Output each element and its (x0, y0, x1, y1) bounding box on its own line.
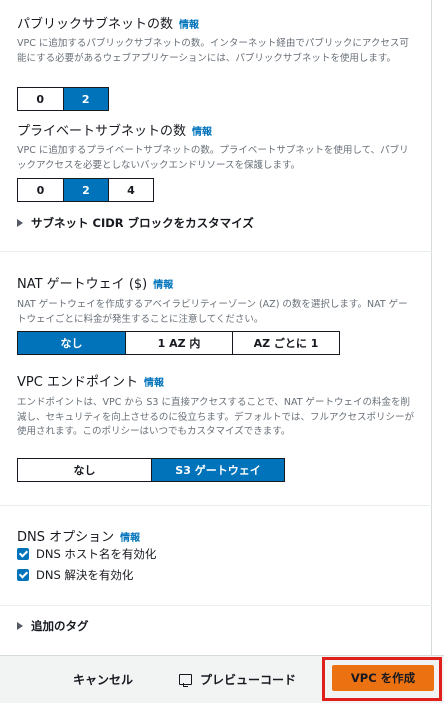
nat-gateway-heading: NAT ゲートウェイ ($) 情報 (17, 273, 415, 292)
caret-right-icon (17, 219, 23, 227)
vpc-endpoints-title: VPC エンドポイント (17, 375, 138, 390)
private-subnets-option-2[interactable]: 2 (64, 179, 109, 201)
public-subnets-info-link[interactable]: 情報 (179, 20, 199, 31)
vpc-endpoints-info-link[interactable]: 情報 (144, 378, 164, 389)
private-subnets-title: プライベートサブネットの数 (17, 124, 187, 139)
section-divider (0, 605, 432, 606)
preview-code-icon (179, 674, 192, 687)
private-subnets-section: プライベートサブネットの数 情報 VPC に追加するプライベートサブネットの数。プ… (17, 120, 415, 173)
private-subnets-option-4[interactable]: 4 (109, 179, 153, 201)
section-divider (0, 505, 432, 506)
vpc-settings-page: パブリックサブネットの数 情報 VPC に追加するパブリックサブネットの数。インタ… (0, 0, 444, 703)
vpc-endpoints-option-s3-gateway[interactable]: S3 ゲートウェイ (152, 459, 284, 481)
public-subnets-heading: パブリックサブネットの数 情報 (17, 13, 415, 32)
nat-gateway-option-none[interactable]: なし (18, 332, 126, 354)
dns-options-section: DNS オプション 情報 (17, 526, 140, 545)
dns-resolution-option[interactable]: DNS 解決を有効化 (17, 567, 133, 583)
public-subnets-option-2[interactable]: 2 (63, 88, 108, 110)
section-divider (0, 251, 432, 252)
nat-gateway-section: NAT ゲートウェイ ($) 情報 NAT ゲートウェイを作成するアベイラビリティ… (17, 273, 415, 327)
dns-hostnames-option[interactable]: DNS ホスト名を有効化 (17, 546, 156, 562)
vpc-endpoints-selector: なし S3 ゲートウェイ (17, 458, 285, 482)
additional-tags-label: 追加のタグ (31, 619, 89, 633)
nat-gateway-option-one-az[interactable]: 1 AZ 内 (126, 332, 233, 354)
additional-tags-expander[interactable]: 追加のタグ (17, 618, 89, 634)
private-subnets-heading: プライベートサブネットの数 情報 (17, 120, 415, 139)
nat-gateway-option-per-az[interactable]: AZ ごとに 1 (233, 332, 339, 354)
nat-gateway-selector: なし 1 AZ 内 AZ ごとに 1 (17, 331, 340, 355)
public-subnets-description: VPC に追加するパブリックサブネットの数。インターネット経由でパブリックにアク… (17, 38, 409, 64)
preview-code-button[interactable]: プレビューコード (179, 671, 296, 688)
public-subnets-selector: 0 2 (17, 87, 109, 111)
vpc-endpoints-section: VPC エンドポイント 情報 エンドポイントは、VPC から S3 に直接アクセス… (17, 371, 415, 440)
caret-right-icon (17, 622, 23, 630)
cancel-button[interactable]: キャンセル (73, 671, 133, 688)
private-subnets-description: VPC に追加するプライベートサブネットの数。プライベートサブネットを使用して、… (17, 145, 409, 171)
create-vpc-button[interactable]: VPC を作成 (332, 665, 434, 691)
private-subnets-option-0[interactable]: 0 (18, 179, 64, 201)
nat-gateway-description: NAT ゲートウェイを作成するアベイラビリティーゾーン (AZ) の数を選択しま… (17, 299, 408, 325)
scrollbar[interactable] (432, 0, 444, 655)
nat-gateway-title: NAT ゲートウェイ ($) (17, 277, 148, 292)
public-subnets-title: パブリックサブネットの数 (17, 17, 174, 32)
dns-options-info-link[interactable]: 情報 (120, 533, 140, 544)
dns-hostnames-checkbox[interactable] (17, 548, 29, 560)
public-subnets-section: パブリックサブネットの数 情報 VPC に追加するパブリックサブネットの数。インタ… (17, 13, 415, 66)
dns-resolution-checkbox[interactable] (17, 569, 29, 581)
nat-gateway-info-link[interactable]: 情報 (153, 280, 173, 291)
customize-cidr-expander[interactable]: サブネット CIDR ブロックをカスタマイズ (17, 215, 254, 231)
customize-cidr-label: サブネット CIDR ブロックをカスタマイズ (31, 216, 254, 230)
settings-panel: パブリックサブネットの数 情報 VPC に追加するパブリックサブネットの数。インタ… (0, 0, 432, 655)
private-subnets-selector: 0 2 4 (17, 178, 154, 202)
vpc-endpoints-heading: VPC エンドポイント 情報 (17, 371, 415, 390)
private-subnets-info-link[interactable]: 情報 (192, 127, 212, 138)
dns-options-heading: DNS オプション 情報 (17, 526, 140, 545)
preview-code-label: プレビューコード (200, 673, 297, 687)
dns-options-title: DNS オプション (17, 530, 115, 545)
vpc-endpoints-option-none[interactable]: なし (18, 459, 152, 481)
vpc-endpoints-description: エンドポイントは、VPC から S3 に直接アクセスすることで、NAT ゲートウ… (17, 397, 415, 437)
dns-hostnames-label: DNS ホスト名を有効化 (36, 547, 157, 561)
dns-resolution-label: DNS 解決を有効化 (36, 568, 134, 582)
public-subnets-option-0[interactable]: 0 (18, 88, 64, 110)
